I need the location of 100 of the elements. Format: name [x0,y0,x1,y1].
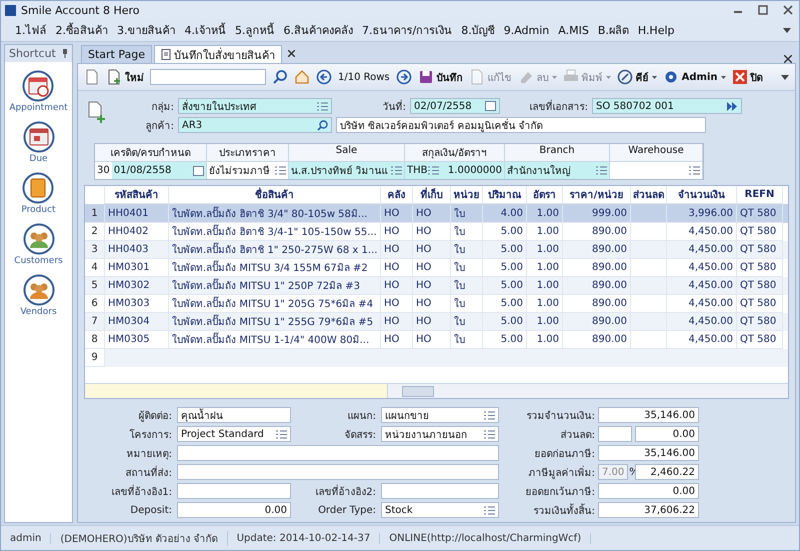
shortcut-label[interactable]: Product [21,205,56,215]
column-header[interactable]: REFN [737,186,783,204]
box-icon[interactable] [22,172,54,204]
list-icon[interactable] [275,166,286,175]
credit-days-field[interactable]: 30 [95,162,112,179]
search-icon[interactable] [317,120,328,130]
column-header[interactable]: หน่วย [451,186,483,204]
order-type-field[interactable]: Stock [381,502,499,518]
menu-item[interactable]: B.ผลิต [598,21,629,39]
restore-icon[interactable] [758,5,768,15]
table-row[interactable]: 1 HH0401 ใบพัดท.ลปั๊มถัง ฮิตาชิ 3/4" 80-105w 58มิ... HO HO ใบ 4.00 1.00 999.00 3,996.00 QT 580 [85,205,788,223]
table-row[interactable]: 3 HH0403 ใบพัดท.ลปั๊มถัง ฮิตาชิ 1" 250-275W 68 x 1... HO HO ใบ 5.00 1.00 890.00 4,450.00 QT 580 [85,241,788,259]
toolbar-button[interactable] [316,69,332,85]
list-icon[interactable] [689,166,700,175]
document-tab[interactable]: บันทึกใบสั่งขายสินค้า [154,45,282,63]
branch-field[interactable]: สำนักงานใหญ่ [505,162,609,179]
menu-item[interactable]: 2.ซื้อสินค้า [56,21,108,39]
menu-item[interactable]: 4.เจ้าหนี้ [184,21,226,39]
deposit-field[interactable]: 0.00 [177,502,291,518]
close-icon[interactable] [288,50,295,57]
price-type-field[interactable]: ยังไม่รวมภาษี [207,162,288,179]
scrollbar[interactable] [387,384,788,398]
group-field[interactable]: สั่งขายในประเทศ [178,98,332,114]
project-field[interactable]: Project Standard [177,426,291,442]
list-icon[interactable] [596,166,607,175]
people-icon[interactable] [22,274,54,306]
toolbar-button[interactable] [294,69,310,85]
reference-field[interactable] [381,483,499,499]
list-icon[interactable] [317,102,328,110]
currency-field[interactable]: THB [405,162,440,179]
toolbar-button[interactable]: ปิด [732,69,763,85]
calendar-icon[interactable] [22,70,54,102]
pin-icon[interactable] [62,49,68,58]
list-icon[interactable] [428,166,438,175]
department-field[interactable]: แผนกขาย [381,407,499,423]
menu-item[interactable]: 5.ลูกหนี้ [235,21,274,39]
column-header[interactable]: ส่วนลด [631,186,667,204]
reference-field[interactable] [177,483,291,499]
contact-field[interactable]: คุณน้ำฝน [177,407,291,423]
table-cell [631,313,667,331]
menu-item[interactable]: 6.สินค้าคงคลัง [284,21,353,39]
menu-item[interactable]: 9.Admin [504,24,550,36]
menu-item[interactable]: 3.ขายสินค้า [117,21,176,39]
table-row[interactable]: 7 HM0304 ใบพัดท.ลปั๊มถัง MITSU 1" 255G 79*6มิล #5 HO HO ใบ 5.00 1.00 890.00 4,450.00 QT 580 [85,313,788,331]
shortcut-label[interactable]: Appointment [9,103,68,113]
table-cell: 3,996.00 [667,205,737,223]
column-header[interactable]: คลัง [381,186,413,204]
skip-forward-icon[interactable] [727,102,738,110]
sale-field[interactable]: น.ส.ปรางทิพย์ วิมานแ [289,162,404,179]
toolbar-button[interactable] [272,69,288,85]
list-icon[interactable] [484,506,495,514]
discount-rate-field[interactable] [598,426,632,442]
shortcut-label[interactable]: Customers [14,256,63,266]
list-icon[interactable] [391,166,402,175]
exchange-rate-field[interactable]: 1.0000000 [440,162,504,179]
toolbar-button[interactable] [396,69,412,85]
column-header[interactable]: ชื่อสินค้า [169,186,381,204]
list-icon[interactable] [484,430,495,438]
date-field[interactable]: 02/07/2558 [410,98,500,114]
menu-item[interactable]: 7.ธนาคาร/การเงิน [362,21,452,39]
column-header[interactable]: ที่เก็บ [413,186,451,204]
caret-icon[interactable] [783,28,791,32]
menu-item[interactable]: A.MIS [558,24,589,36]
calendar-icon[interactable] [193,166,204,176]
menu-item[interactable]: H.Help [638,24,675,36]
column-header[interactable]: รหัสสินค้า [105,186,169,204]
table-row[interactable]: 5 HM0302 ใบพัดท.ลปั๊มถัง MITSU 1" 250P 72มิล #3 HO HO ใบ 5.00 1.00 890.00 4,450.00 QT 580 [85,277,788,295]
document-tab[interactable]: Start Page [81,45,152,63]
caret-icon[interactable] [781,74,789,80]
list-icon[interactable] [484,410,495,420]
column-header[interactable]: จำนวนเงิน [667,186,737,204]
close-icon[interactable] [783,5,793,15]
column-header[interactable]: ปริมาณ [483,186,527,204]
menu-item[interactable]: 8.บัญชี [461,21,495,39]
discount-field[interactable]: 0.00 [635,426,699,442]
list-icon[interactable] [276,430,287,438]
ship-to-field[interactable] [177,464,499,480]
toolbar-button[interactable] [84,69,100,85]
allocation-field[interactable]: หน่วยงานภายนอก [381,426,499,442]
people-icon[interactable] [22,223,54,255]
calendar-icon[interactable] [22,121,54,153]
document-number-field[interactable]: SO 580702 001 [592,98,742,114]
menu-item[interactable]: 1.ไฟล์ [15,21,46,39]
shortcut-label[interactable]: Due [29,154,48,164]
toolbar-button[interactable]: คีย์ [616,69,657,85]
shortcut-label[interactable]: Vendors [20,307,57,317]
column-header[interactable]: ราคา/หน่วย [563,186,631,204]
column-header[interactable]: อัตรา [527,186,563,204]
close-icon[interactable] [784,55,792,63]
calendar-icon[interactable] [485,101,496,111]
customer-code-field[interactable]: AR3 [178,117,332,133]
settings-icon [662,69,679,85]
due-date-field[interactable]: 01/08/2558 [112,162,206,179]
toolbar-button[interactable]: Admin [662,69,726,85]
note-field[interactable] [177,445,499,461]
customer-name-field[interactable]: บริษัท ซิลเวอร์คอมพิวเตอร์ คอมมูนิเคชั่น จำกัด [336,117,706,133]
toolbar-button[interactable]: ใหม่ [106,69,144,85]
table-cell: ใบ [451,277,483,295]
toolbar-button[interactable]: บันทึก [418,69,463,85]
search-field[interactable] [150,69,266,85]
